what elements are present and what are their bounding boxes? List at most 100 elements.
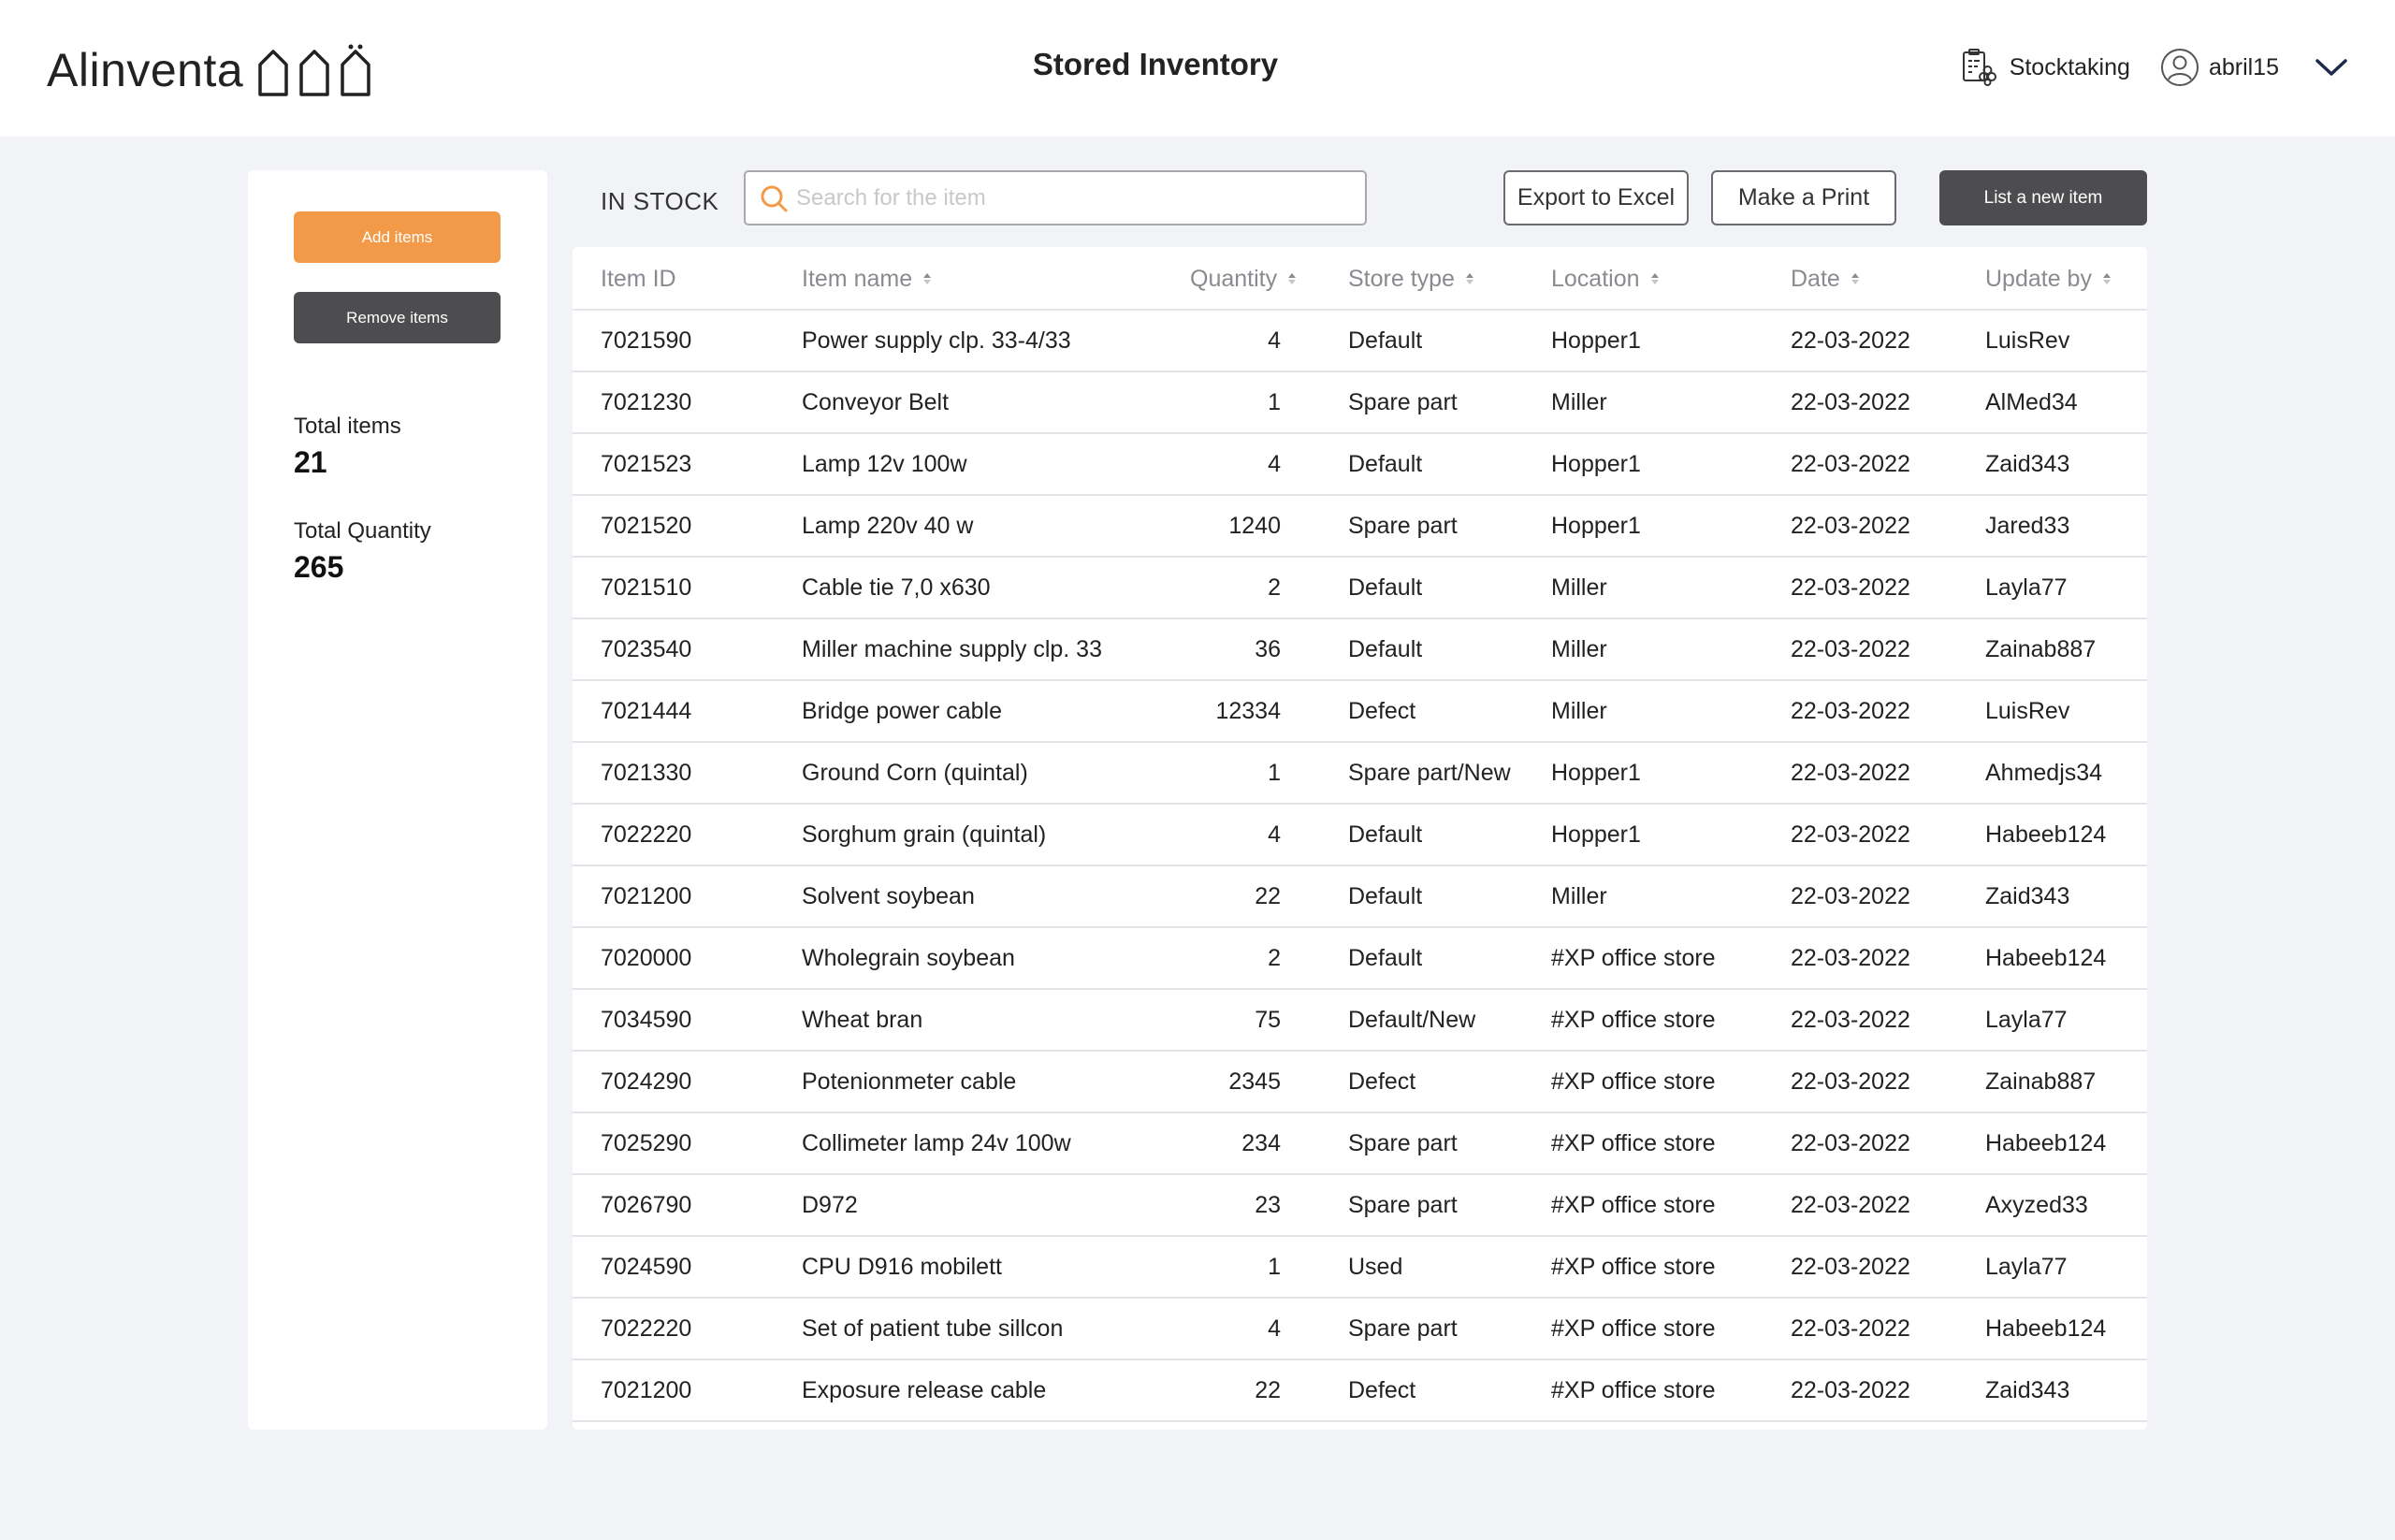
column-header-label: Item ID (601, 265, 676, 292)
cell-update-by: AlMed34 (1985, 388, 2078, 415)
sort-icon (1464, 271, 1475, 286)
cell-quantity: 4 (1268, 1315, 1281, 1342)
cell-quantity: 75 (1255, 1006, 1281, 1033)
print-button[interactable]: Make a Print (1711, 170, 1896, 225)
table-row[interactable]: 7025290 Collimeter lamp 24v 100w 234 Spare … (573, 1113, 2147, 1175)
table-row[interactable]: 7021520 Lamp 220v 40 w 1240 Spare part Hoppe… (573, 496, 2147, 558)
add-items-button[interactable]: Add items (294, 211, 501, 263)
table-row[interactable]: 7023540 Miller machine supply clp. 33 36 De… (573, 619, 2147, 681)
cell-update-by: Layla77 (1985, 1253, 2068, 1280)
cell-store-type: Default (1348, 821, 1423, 848)
table-row[interactable]: 7026790 D972 23 Spare part #XP office store 2… (573, 1175, 2147, 1237)
inventory-table: Item ID Item name Quantity Store type Lo… (573, 247, 2147, 1430)
cell-update-by: Zainab887 (1985, 635, 2097, 662)
total-quantity-value: 265 (294, 550, 344, 584)
list-new-item-button[interactable]: List a new item (1939, 170, 2147, 225)
table-row[interactable]: 7021523 Lamp 12v 100w 4 Default Hopper1 22-03… (573, 434, 2147, 496)
cell-quantity: 2 (1268, 944, 1281, 971)
cell-quantity: 4 (1268, 450, 1281, 477)
table-row[interactable]: 7021200 Exposure release cable 22 Defect #XP… (573, 1360, 2147, 1422)
cell-update-by: Ahmedjs34 (1985, 759, 2103, 786)
table-row[interactable]: 7021510 Cable tie 7,0 x630 2 Default Miller 2… (573, 558, 2147, 619)
search-box (744, 170, 1367, 225)
sort-icon (1649, 271, 1661, 286)
stocktaking-link[interactable]: Stocktaking (1961, 49, 2130, 86)
column-header-label: Update by (1985, 265, 2092, 292)
column-header-date[interactable]: Date (1791, 247, 1861, 311)
cell-location: Miller (1551, 882, 1607, 909)
table-row[interactable]: 7024290 Potenionmeter cable 2345 Defect #XP … (573, 1052, 2147, 1113)
cell-quantity: 1 (1268, 388, 1281, 415)
table-row[interactable]: 7020000 Wholegrain soybean 2 Default #XP off… (573, 928, 2147, 990)
cell-update-by: Zainab887 (1985, 1068, 2097, 1095)
column-header-item-id[interactable]: Item ID (601, 247, 676, 311)
export-excel-button[interactable]: Export to Excel (1503, 170, 1689, 225)
username: abril15 (2208, 53, 2279, 80)
cell-store-type: Used (1348, 1253, 1403, 1280)
cell-quantity: 1 (1268, 759, 1281, 786)
cell-store-type: Defect (1348, 1376, 1416, 1403)
cell-update-by: Zaid343 (1985, 882, 2070, 909)
table-row[interactable]: 7024590 CPU D916 mobilett 1 Used #XP office … (573, 1237, 2147, 1299)
cell-store-type: Default (1348, 882, 1423, 909)
remove-items-button[interactable]: Remove items (294, 292, 501, 343)
cell-update-by: Jared33 (1985, 512, 2070, 539)
column-header-label: Location (1551, 265, 1640, 292)
cell-update-by: Habeeb124 (1985, 944, 2107, 971)
table-row[interactable]: 7021200 Solvent soybean 22 Default Miller 22-… (573, 866, 2147, 928)
cell-location: Miller (1551, 635, 1607, 662)
sort-icon (1850, 271, 1861, 286)
total-items-value: 21 (294, 445, 327, 479)
cell-quantity: 36 (1255, 635, 1281, 662)
cell-store-type: Spare part (1348, 388, 1458, 415)
cell-location: Miller (1551, 574, 1607, 601)
table-row[interactable]: 7021330 Ground Corn (quintal) 1 Spare part/… (573, 743, 2147, 805)
cell-store-type: Spare part (1348, 512, 1458, 539)
top-header: Alinventa Stored Inventory Stocktaking a… (0, 0, 2395, 137)
column-header-item-name[interactable]: Item name (802, 247, 933, 311)
table-row[interactable]: 7021444 Bridge power cable 12334 Defect Mill… (573, 681, 2147, 743)
cell-date: 22-03-2022 (1791, 1376, 1910, 1403)
column-header-label: Quantity (1190, 265, 1278, 292)
cell-store-type: Default (1348, 944, 1423, 971)
user-menu[interactable]: abril15 (2160, 48, 2279, 87)
table-row[interactable]: 7021230 Conveyor Belt 1 Spare part Miller 22-… (573, 372, 2147, 434)
table-row[interactable]: 7021590 Power supply clp. 33-4/33 4 Default… (573, 311, 2147, 372)
cell-quantity: 22 (1255, 882, 1281, 909)
cell-store-type: Default (1348, 574, 1423, 601)
cell-location: #XP office store (1551, 1315, 1716, 1342)
cell-date: 22-03-2022 (1791, 388, 1910, 415)
cell-store-type: Default (1348, 450, 1423, 477)
cell-update-by: LuisRev (1985, 697, 2070, 724)
sort-icon (2101, 271, 2112, 286)
cell-store-type: Spare part (1348, 1129, 1458, 1156)
user-dropdown-toggle[interactable] (2315, 57, 2348, 78)
cell-location: Hopper1 (1551, 759, 1641, 786)
search-input[interactable] (796, 184, 1320, 211)
cell-date: 22-03-2022 (1791, 759, 1910, 786)
cell-location: Hopper1 (1551, 327, 1641, 354)
table-row[interactable]: 7034590 Wheat bran 75 Default/New #XP office… (573, 990, 2147, 1052)
column-header-label: Date (1791, 265, 1840, 292)
section-title: IN STOCK (601, 187, 719, 215)
column-header-quantity[interactable]: Quantity (1190, 247, 1298, 311)
table-row[interactable]: 7022220 Sorghum grain (quintal) 4 Default Ho… (573, 805, 2147, 866)
cell-date: 22-03-2022 (1791, 1315, 1910, 1342)
column-header-update-by[interactable]: Update by (1985, 247, 2112, 311)
table-row[interactable]: 7022220 Set of patient tube sillcon 4 Spare… (573, 1299, 2147, 1360)
cell-location: #XP office store (1551, 1068, 1716, 1095)
cell-date: 22-03-2022 (1791, 882, 1910, 909)
cell-date: 22-03-2022 (1791, 574, 1910, 601)
cell-quantity: 234 (1241, 1129, 1281, 1156)
stocktaking-icon (1962, 49, 1996, 86)
cell-date: 22-03-2022 (1791, 697, 1910, 724)
cell-quantity: 2 (1268, 574, 1281, 601)
cell-update-by: Habeeb124 (1985, 1315, 2107, 1342)
cell-store-type: Spare part (1348, 1315, 1458, 1342)
total-quantity-label: Total Quantity (294, 518, 431, 544)
user-avatar-icon (2160, 49, 2199, 86)
sort-icon (922, 271, 933, 286)
column-header-store-type[interactable]: Store type (1348, 247, 1475, 311)
column-header-location[interactable]: Location (1551, 247, 1661, 311)
cell-location: #XP office store (1551, 944, 1716, 971)
